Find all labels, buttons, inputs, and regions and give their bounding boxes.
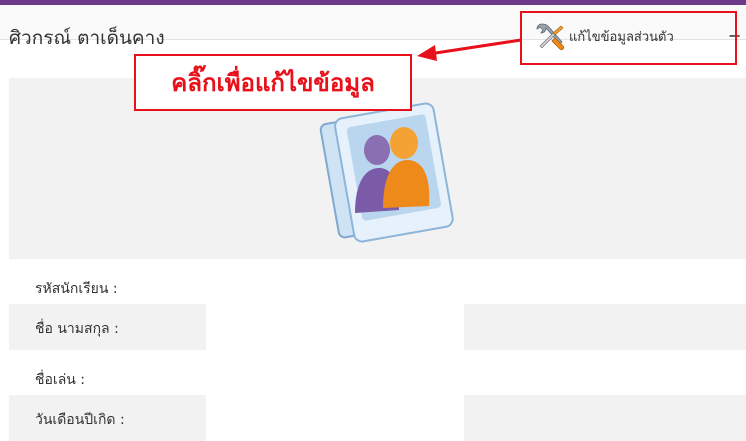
field-row-full-name: ชื่อ นามสกุล : xyxy=(0,304,746,350)
annotation-callout: คลิ๊กเพื่อแก้ไขข้อมูล xyxy=(134,54,412,111)
edit-highlight-box xyxy=(520,11,737,65)
field-label-birthdate: วันเดือนปีเกิด : xyxy=(35,412,125,428)
field-value-cell xyxy=(464,395,746,441)
field-label-nickname: ชื่อเล่น : xyxy=(35,372,86,388)
field-label-full-name: ชื่อ นามสกุล : xyxy=(35,321,119,337)
annotation-arrow xyxy=(417,38,522,61)
field-value-cell xyxy=(464,304,746,350)
student-name: ศิวกรณ์ ตาเด็นคาง xyxy=(9,27,165,49)
annotation-text: คลิ๊กเพื่อแก้ไขข้อมูล xyxy=(171,69,375,97)
field-row-birthdate: วันเดือนปีเกิด : xyxy=(0,395,746,441)
user-photo-icon xyxy=(319,102,454,243)
field-label-student-id: รหัสนักเรียน : xyxy=(35,281,118,297)
